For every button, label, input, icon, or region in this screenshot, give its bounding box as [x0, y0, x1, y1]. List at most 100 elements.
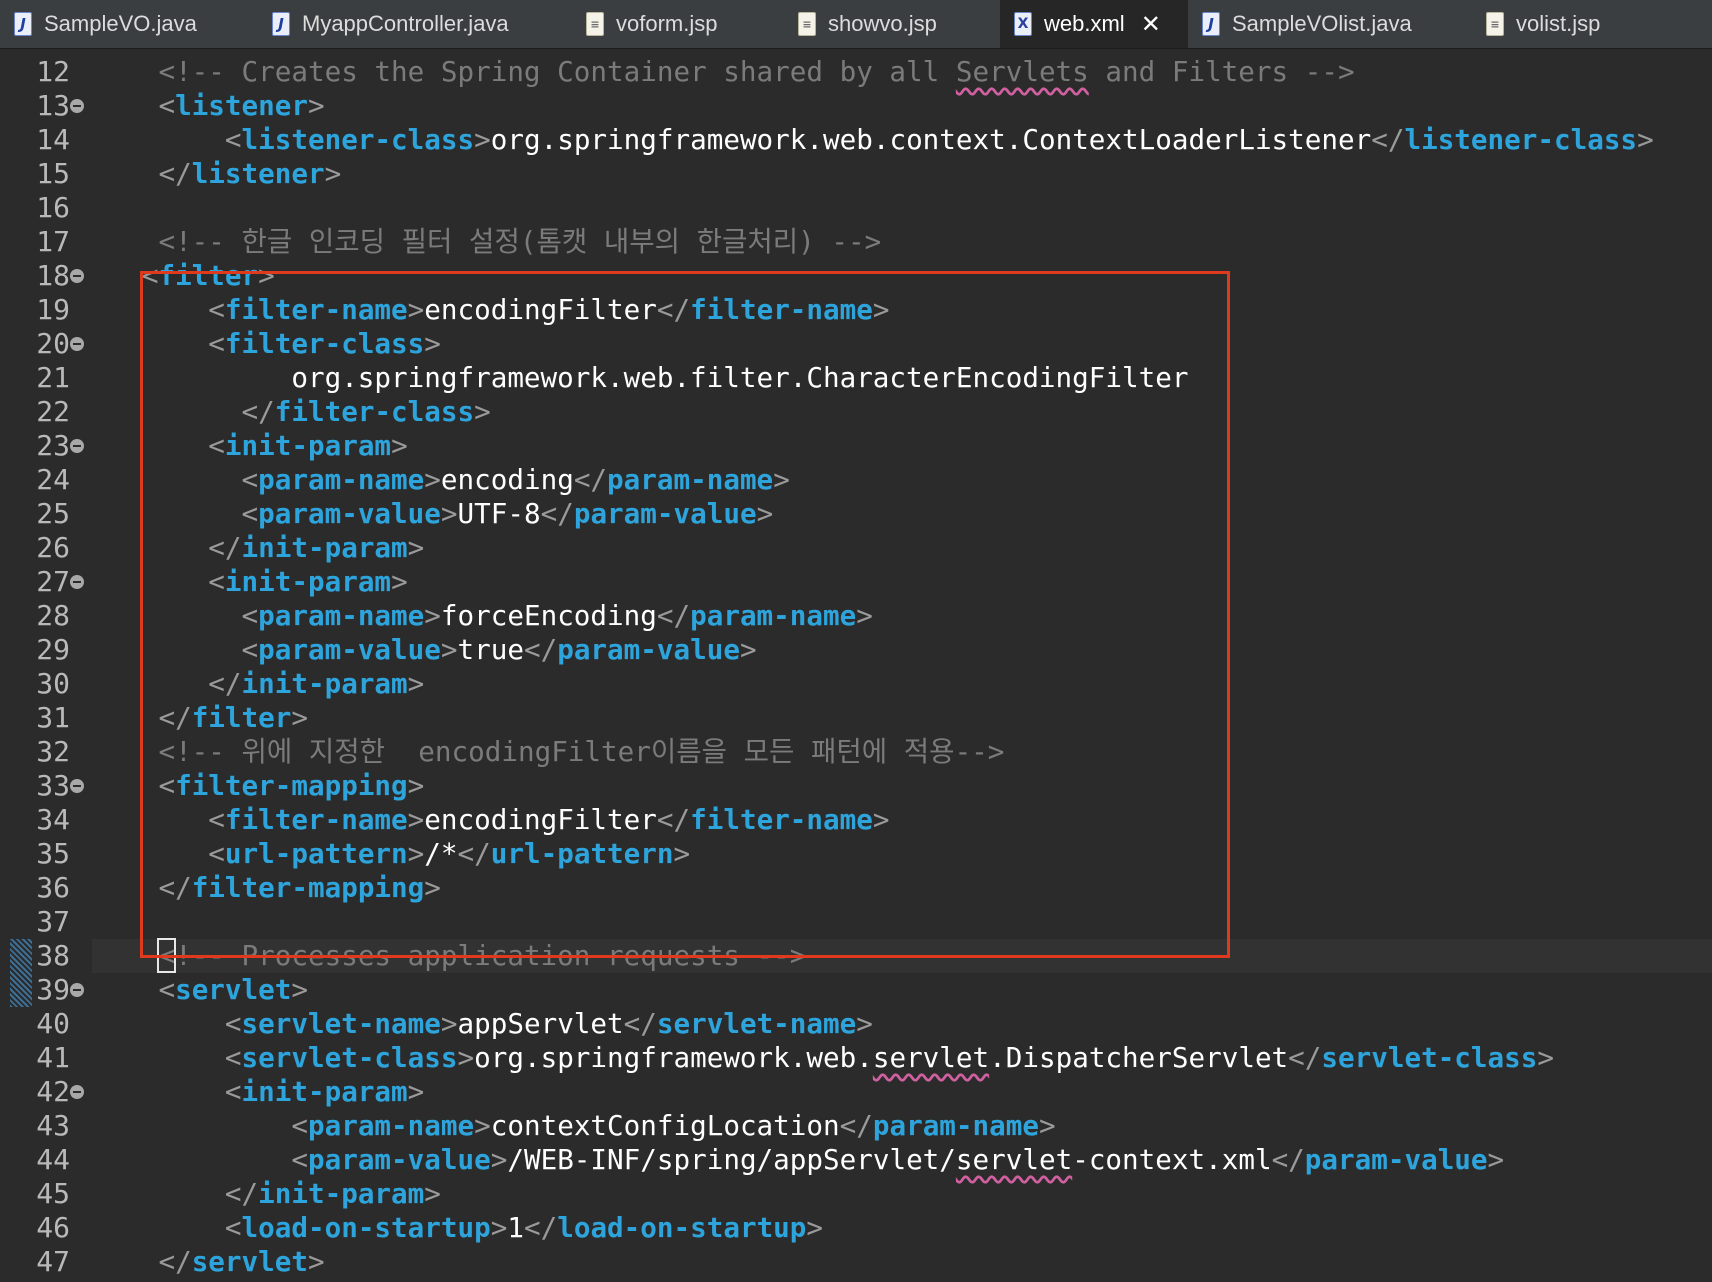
- code-text: <init-param>: [208, 429, 408, 462]
- tab-samplevo-java[interactable]: J SampleVO.java: [0, 0, 258, 48]
- java-file-icon: J: [272, 12, 290, 36]
- line-number: 36: [36, 871, 70, 904]
- fold-collapse-icon[interactable]: [70, 983, 84, 997]
- line-number: 18: [36, 259, 70, 292]
- line-number: 23: [36, 429, 70, 462]
- code-text: <listener-class>org.springframework.web.…: [224, 123, 1654, 156]
- line-number: 44: [36, 1143, 70, 1176]
- code-line[interactable]: 36 </filter-mapping>: [0, 871, 1712, 905]
- code-line[interactable]: 41 <servlet-class>org.springframework.we…: [0, 1041, 1712, 1075]
- code-text: <filter-name>encodingFilter</filter-name…: [208, 293, 890, 326]
- code-line[interactable]: 30 </init-param>: [0, 667, 1712, 701]
- code-line[interactable]: 19 <filter-name>encodingFilter</filter-n…: [0, 293, 1712, 327]
- line-number: 27: [36, 565, 70, 598]
- code-line[interactable]: 14 <listener-class>org.springframework.w…: [0, 123, 1712, 157]
- code-line[interactable]: 24 <param-name>encoding</param-name>: [0, 463, 1712, 497]
- code-line[interactable]: 44 <param-value>/WEB-INF/spring/appServl…: [0, 1143, 1712, 1177]
- code-text: </init-param>: [224, 1177, 441, 1210]
- line-number: 14: [36, 123, 70, 156]
- line-number: 42: [36, 1075, 70, 1108]
- line-number: 22: [36, 395, 70, 428]
- jsp-file-icon: ≡: [798, 12, 816, 36]
- code-line[interactable]: 21 org.springframework.web.filter.Charac…: [0, 361, 1712, 395]
- code-line[interactable]: 34 <filter-name>encodingFilter</filter-n…: [0, 803, 1712, 837]
- tab-label: volist.jsp: [1516, 11, 1601, 36]
- code-text: <!-- 한글 인코딩 필터 설정(톰캣 내부의 한글처리) -->: [158, 225, 882, 258]
- code-line[interactable]: 42 <init-param>: [0, 1075, 1712, 1109]
- fold-collapse-icon[interactable]: [70, 779, 84, 793]
- code-line[interactable]: 46 <load-on-startup>1</load-on-startup>: [0, 1211, 1712, 1245]
- code-text: <servlet>: [158, 973, 308, 1006]
- code-line[interactable]: 12 <!-- Creates the Spring Container sha…: [0, 55, 1712, 89]
- editor-tab-bar: J SampleVO.java J MyappController.java ≡ vofo…: [0, 0, 1712, 49]
- tab-label: SampleVOlist.java: [1232, 11, 1412, 36]
- code-line[interactable]: 31 </filter>: [0, 701, 1712, 735]
- tab-voform-jsp[interactable]: ≡ voform.jsp: [572, 0, 784, 48]
- fold-collapse-icon[interactable]: [70, 1085, 84, 1099]
- text-caret: <: [157, 938, 177, 973]
- tab-label: MyappController.java: [302, 11, 509, 36]
- fold-collapse-icon[interactable]: [70, 575, 84, 589]
- line-number: 28: [36, 599, 70, 632]
- code-text: <filter-class>: [208, 327, 441, 360]
- code-line[interactable]: 37: [0, 905, 1712, 939]
- code-line[interactable]: 26 </init-param>: [0, 531, 1712, 565]
- code-line[interactable]: 17 <!-- 한글 인코딩 필터 설정(톰캣 내부의 한글처리) -->: [0, 225, 1712, 259]
- line-number: 43: [36, 1109, 70, 1142]
- code-line[interactable]: 20 <filter-class>: [0, 327, 1712, 361]
- code-text: </filter-mapping>: [158, 871, 441, 904]
- tab-web-xml[interactable]: Xweb.xml ✕: [1000, 0, 1188, 48]
- line-number: 34: [36, 803, 70, 836]
- code-line[interactable]: 28 <param-name>forceEncoding</param-name…: [0, 599, 1712, 633]
- tab-showvo-jsp[interactable]: ≡ showvo.jsp: [784, 0, 1000, 48]
- code-line[interactable]: 29 <param-value>true</param-value>: [0, 633, 1712, 667]
- code-text: org.springframework.web.filter.Character…: [92, 361, 1189, 394]
- code-text: </servlet>: [158, 1245, 325, 1278]
- code-text: </init-param>: [208, 667, 425, 700]
- code-editor[interactable]: 12 <!-- Creates the Spring Container sha…: [0, 49, 1712, 1282]
- java-file-icon: J: [1202, 12, 1220, 36]
- code-line[interactable]: 15 </listener>: [0, 157, 1712, 191]
- code-text: <param-value>true</param-value>: [241, 633, 757, 666]
- line-number: 31: [36, 701, 70, 734]
- tab-volist-jsp[interactable]: ≡ volist.jsp: [1472, 0, 1672, 48]
- code-text: </listener>: [158, 157, 342, 190]
- code-line[interactable]: 43 <param-name>contextConfigLocation</pa…: [0, 1109, 1712, 1143]
- code-text: </init-param>: [208, 531, 425, 564]
- jsp-file-icon: ≡: [1486, 12, 1504, 36]
- code-line[interactable]: 16: [0, 191, 1712, 225]
- code-line[interactable]: 13 <listener>: [0, 89, 1712, 123]
- tab-myappcontroller-java[interactable]: J MyappController.java: [258, 0, 572, 48]
- line-number: 30: [36, 667, 70, 700]
- code-text: <!-- 위에 지정한 encodingFilter이름을 모든 패턴에 적용-…: [158, 735, 1005, 768]
- code-line[interactable]: 40 <servlet-name>appServlet</servlet-nam…: [0, 1007, 1712, 1041]
- code-line[interactable]: 33 <filter-mapping>: [0, 769, 1712, 803]
- code-line[interactable]: 39 <servlet>: [0, 973, 1712, 1007]
- code-line[interactable]: 25 <param-value>UTF-8</param-value>: [0, 497, 1712, 531]
- fold-collapse-icon[interactable]: [70, 337, 84, 351]
- tab-samplevolist-java[interactable]: J SampleVOlist.java: [1188, 0, 1472, 48]
- code-text: <param-value>UTF-8</param-value>: [241, 497, 774, 530]
- code-line[interactable]: 27 <init-param>: [0, 565, 1712, 599]
- fold-collapse-icon[interactable]: [70, 439, 84, 453]
- code-line[interactable]: 45 </init-param>: [0, 1177, 1712, 1211]
- line-number: 15: [36, 157, 70, 190]
- code-text: <!-- Creates the Spring Container shared…: [158, 55, 1355, 88]
- code-line[interactable]: 35 <url-pattern>/*</url-pattern>: [0, 837, 1712, 871]
- code-line[interactable]: 23 <init-param>: [0, 429, 1712, 463]
- fold-collapse-icon[interactable]: [70, 99, 84, 113]
- fold-collapse-icon[interactable]: [70, 269, 84, 283]
- line-number: 45: [36, 1177, 70, 1210]
- code-text: <listener>: [158, 89, 325, 122]
- code-line[interactable]: 38 <!-- Processes application requests -…: [0, 938, 1712, 973]
- jsp-file-icon: ≡: [586, 12, 604, 36]
- code-line[interactable]: 32 <!-- 위에 지정한 encodingFilter이름을 모든 패턴에 …: [0, 735, 1712, 769]
- code-text: <url-pattern>/*</url-pattern>: [208, 837, 691, 870]
- close-tab-icon[interactable]: ✕: [1141, 10, 1161, 38]
- code-line[interactable]: 47 </servlet>: [0, 1245, 1712, 1279]
- code-line[interactable]: 18 <filter>: [0, 259, 1712, 293]
- code-line[interactable]: 22 </filter-class>: [0, 395, 1712, 429]
- line-number: 47: [36, 1245, 70, 1278]
- line-number: 32: [36, 735, 70, 768]
- tab-label: SampleVO.java: [44, 11, 197, 36]
